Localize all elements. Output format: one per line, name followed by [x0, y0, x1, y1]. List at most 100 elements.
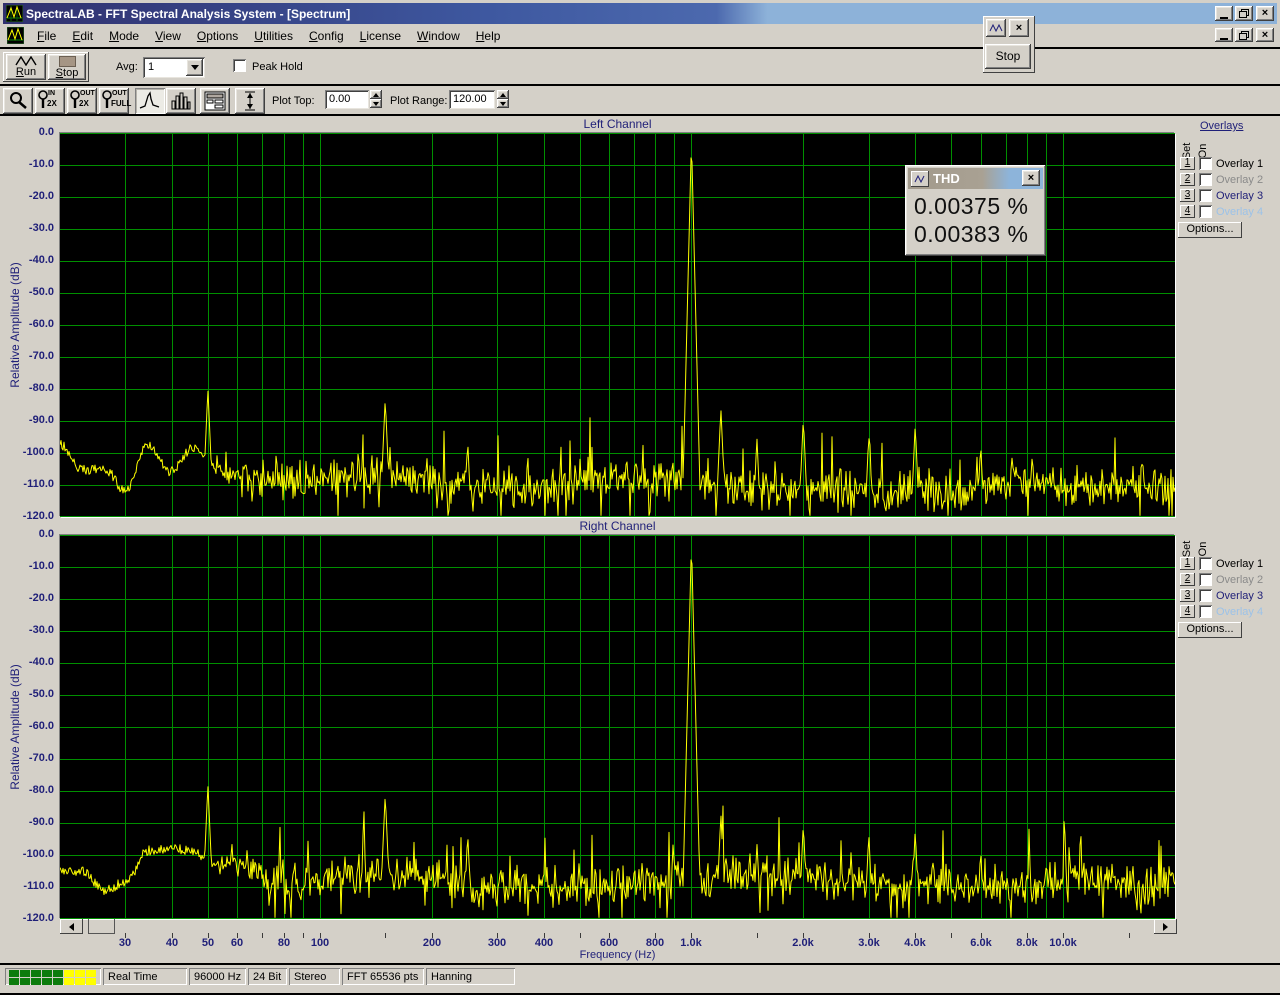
meter-segment-green [9, 970, 19, 977]
x-minor-tick [1129, 933, 1130, 938]
thd-window-title: THD [933, 171, 960, 186]
child-restore-button[interactable] [1235, 28, 1253, 42]
plot-range-field[interactable]: 120.00 [449, 90, 495, 109]
plot-top-value: 0.00 [329, 93, 350, 105]
stop-button[interactable]: Stop [48, 54, 86, 80]
menu-item-license[interactable]: License [352, 26, 409, 46]
close-button[interactable]: × [1256, 6, 1274, 21]
thd-window[interactable]: THD × 0.00375 % 0.00383 % [905, 165, 1046, 256]
plot-top-spinner[interactable] [370, 90, 382, 108]
floating-stop-button[interactable]: Stop [985, 44, 1031, 69]
overlays-title[interactable]: Overlays [1200, 120, 1243, 132]
zoom-in-2x-button[interactable]: IN2X [35, 88, 65, 114]
overlay-3-on-checkbox[interactable] [1199, 189, 1212, 202]
x-tick-label: 4.0k [904, 937, 925, 949]
right-channel-trace [60, 560, 1175, 918]
spinner-down-icon[interactable] [370, 99, 382, 108]
x-tick [544, 933, 545, 938]
menu-bar: FileEditModeViewOptionsUtilitiesConfigLi… [3, 24, 1277, 47]
plot-range-spinner[interactable] [497, 90, 509, 108]
display-options-button[interactable] [200, 88, 230, 114]
plot-top-field[interactable]: 0.00 [325, 90, 369, 109]
x-tick [497, 933, 498, 938]
spinner-up-icon[interactable] [370, 90, 382, 99]
avg-dropdown-button[interactable] [186, 59, 203, 76]
overlay-options-button[interactable]: Options... [1178, 622, 1242, 638]
overlay-2-on-checkbox[interactable] [1199, 573, 1212, 586]
overlay-4-set-button[interactable]: 4 [1180, 605, 1195, 618]
vertical-scale-icon [242, 90, 258, 112]
title-bar[interactable]: SpectraLAB - FFT Spectral Analysis Syste… [3, 3, 1277, 24]
overlay-1-set-button[interactable]: 1 [1180, 557, 1195, 570]
zoom-amount-text: FULL [111, 99, 131, 108]
overlay-2-on-checkbox[interactable] [1199, 173, 1212, 186]
right-channel-title: Right Channel [60, 519, 1175, 533]
minimize-button[interactable] [1215, 6, 1233, 21]
overlay-3-set-button[interactable]: 3 [1180, 589, 1195, 602]
y-tick-label: -100.0 [2, 446, 54, 458]
restore-button[interactable] [1235, 6, 1253, 21]
x-tick-label: 3.0k [858, 937, 879, 949]
thd-close-button[interactable]: × [1022, 170, 1040, 186]
floating-waveform-button[interactable] [986, 19, 1006, 37]
menu-item-config[interactable]: Config [301, 26, 352, 46]
y-tick-label: -90.0 [2, 816, 54, 828]
bar-display-button[interactable] [166, 88, 196, 114]
overlay-2-set-button[interactable]: 2 [1180, 573, 1195, 586]
avg-value: 1 [148, 61, 154, 73]
overlay-4-on-checkbox[interactable] [1199, 205, 1212, 218]
overlay-2-label: Overlay 2 [1216, 574, 1263, 586]
menu-item-view[interactable]: View [147, 26, 189, 46]
zoom-out-full-button[interactable]: OUTFULL [99, 88, 129, 114]
menu-item-help[interactable]: Help [468, 26, 509, 46]
overlay-1-on-checkbox[interactable] [1199, 157, 1212, 170]
menu-item-options[interactable]: Options [189, 26, 246, 46]
y-tick-label: -30.0 [2, 624, 54, 636]
zoom-out-2x-button[interactable]: OUT2X [67, 88, 97, 114]
document-icon[interactable] [7, 27, 24, 44]
scroll-thumb[interactable] [88, 919, 115, 934]
peak-hold-checkbox[interactable] [233, 59, 246, 72]
y-tick-label: -10.0 [2, 158, 54, 170]
child-minimize-button[interactable] [1215, 28, 1233, 42]
amplitude-scale-button[interactable] [235, 88, 265, 114]
separator [0, 114, 1280, 116]
right-channel-plot[interactable] [60, 535, 1175, 919]
menu-item-mode[interactable]: Mode [101, 26, 147, 46]
thd-title-bar[interactable]: THD × [908, 168, 1043, 189]
overlay-1-on-checkbox[interactable] [1199, 557, 1212, 570]
overlay-4-on-checkbox[interactable] [1199, 605, 1212, 618]
avg-combobox[interactable]: 1 [143, 57, 205, 78]
zoom-amount-text: 2X [47, 99, 57, 108]
child-close-button[interactable]: × [1256, 28, 1274, 42]
thd-window-icon[interactable] [911, 171, 929, 187]
thd-value-left: 0.00375 % [914, 193, 1028, 220]
menu-item-window[interactable]: Window [409, 26, 468, 46]
spectrum-display-button[interactable] [135, 88, 165, 114]
y-tick-label: -110.0 [2, 478, 54, 490]
overlay-3-on-checkbox[interactable] [1199, 589, 1212, 602]
spinner-up-icon[interactable] [497, 90, 509, 99]
menu-item-edit[interactable]: Edit [64, 26, 101, 46]
overlay-1-set-button[interactable]: 1 [1180, 157, 1195, 170]
meter-segment-yellow [75, 970, 85, 977]
x-tick [803, 933, 804, 938]
y-tick-label: -20.0 [2, 592, 54, 604]
run-button[interactable]: Run [6, 54, 46, 80]
x-tick-label: 400 [535, 937, 553, 949]
overlay-2-set-button[interactable]: 2 [1180, 173, 1195, 186]
menu-item-file[interactable]: File [29, 26, 64, 46]
overlay-3-set-button[interactable]: 3 [1180, 189, 1195, 202]
overlay-options-button[interactable]: Options... [1178, 222, 1242, 238]
overlay-4-set-button[interactable]: 4 [1180, 205, 1195, 218]
zoom-select-button[interactable] [3, 88, 33, 114]
spinner-down-icon[interactable] [497, 99, 509, 108]
y-tick-label: -50.0 [2, 286, 54, 298]
floating-toolbar-window[interactable]: × Stop [983, 16, 1035, 73]
scroll-left-button[interactable] [60, 919, 83, 934]
x-axis-title: Frequency (Hz) [60, 949, 1175, 961]
scroll-right-button[interactable] [1154, 919, 1177, 934]
y-tick-label: -70.0 [2, 752, 54, 764]
floating-close-button[interactable]: × [1009, 19, 1029, 37]
menu-item-utilities[interactable]: Utilities [246, 26, 301, 46]
